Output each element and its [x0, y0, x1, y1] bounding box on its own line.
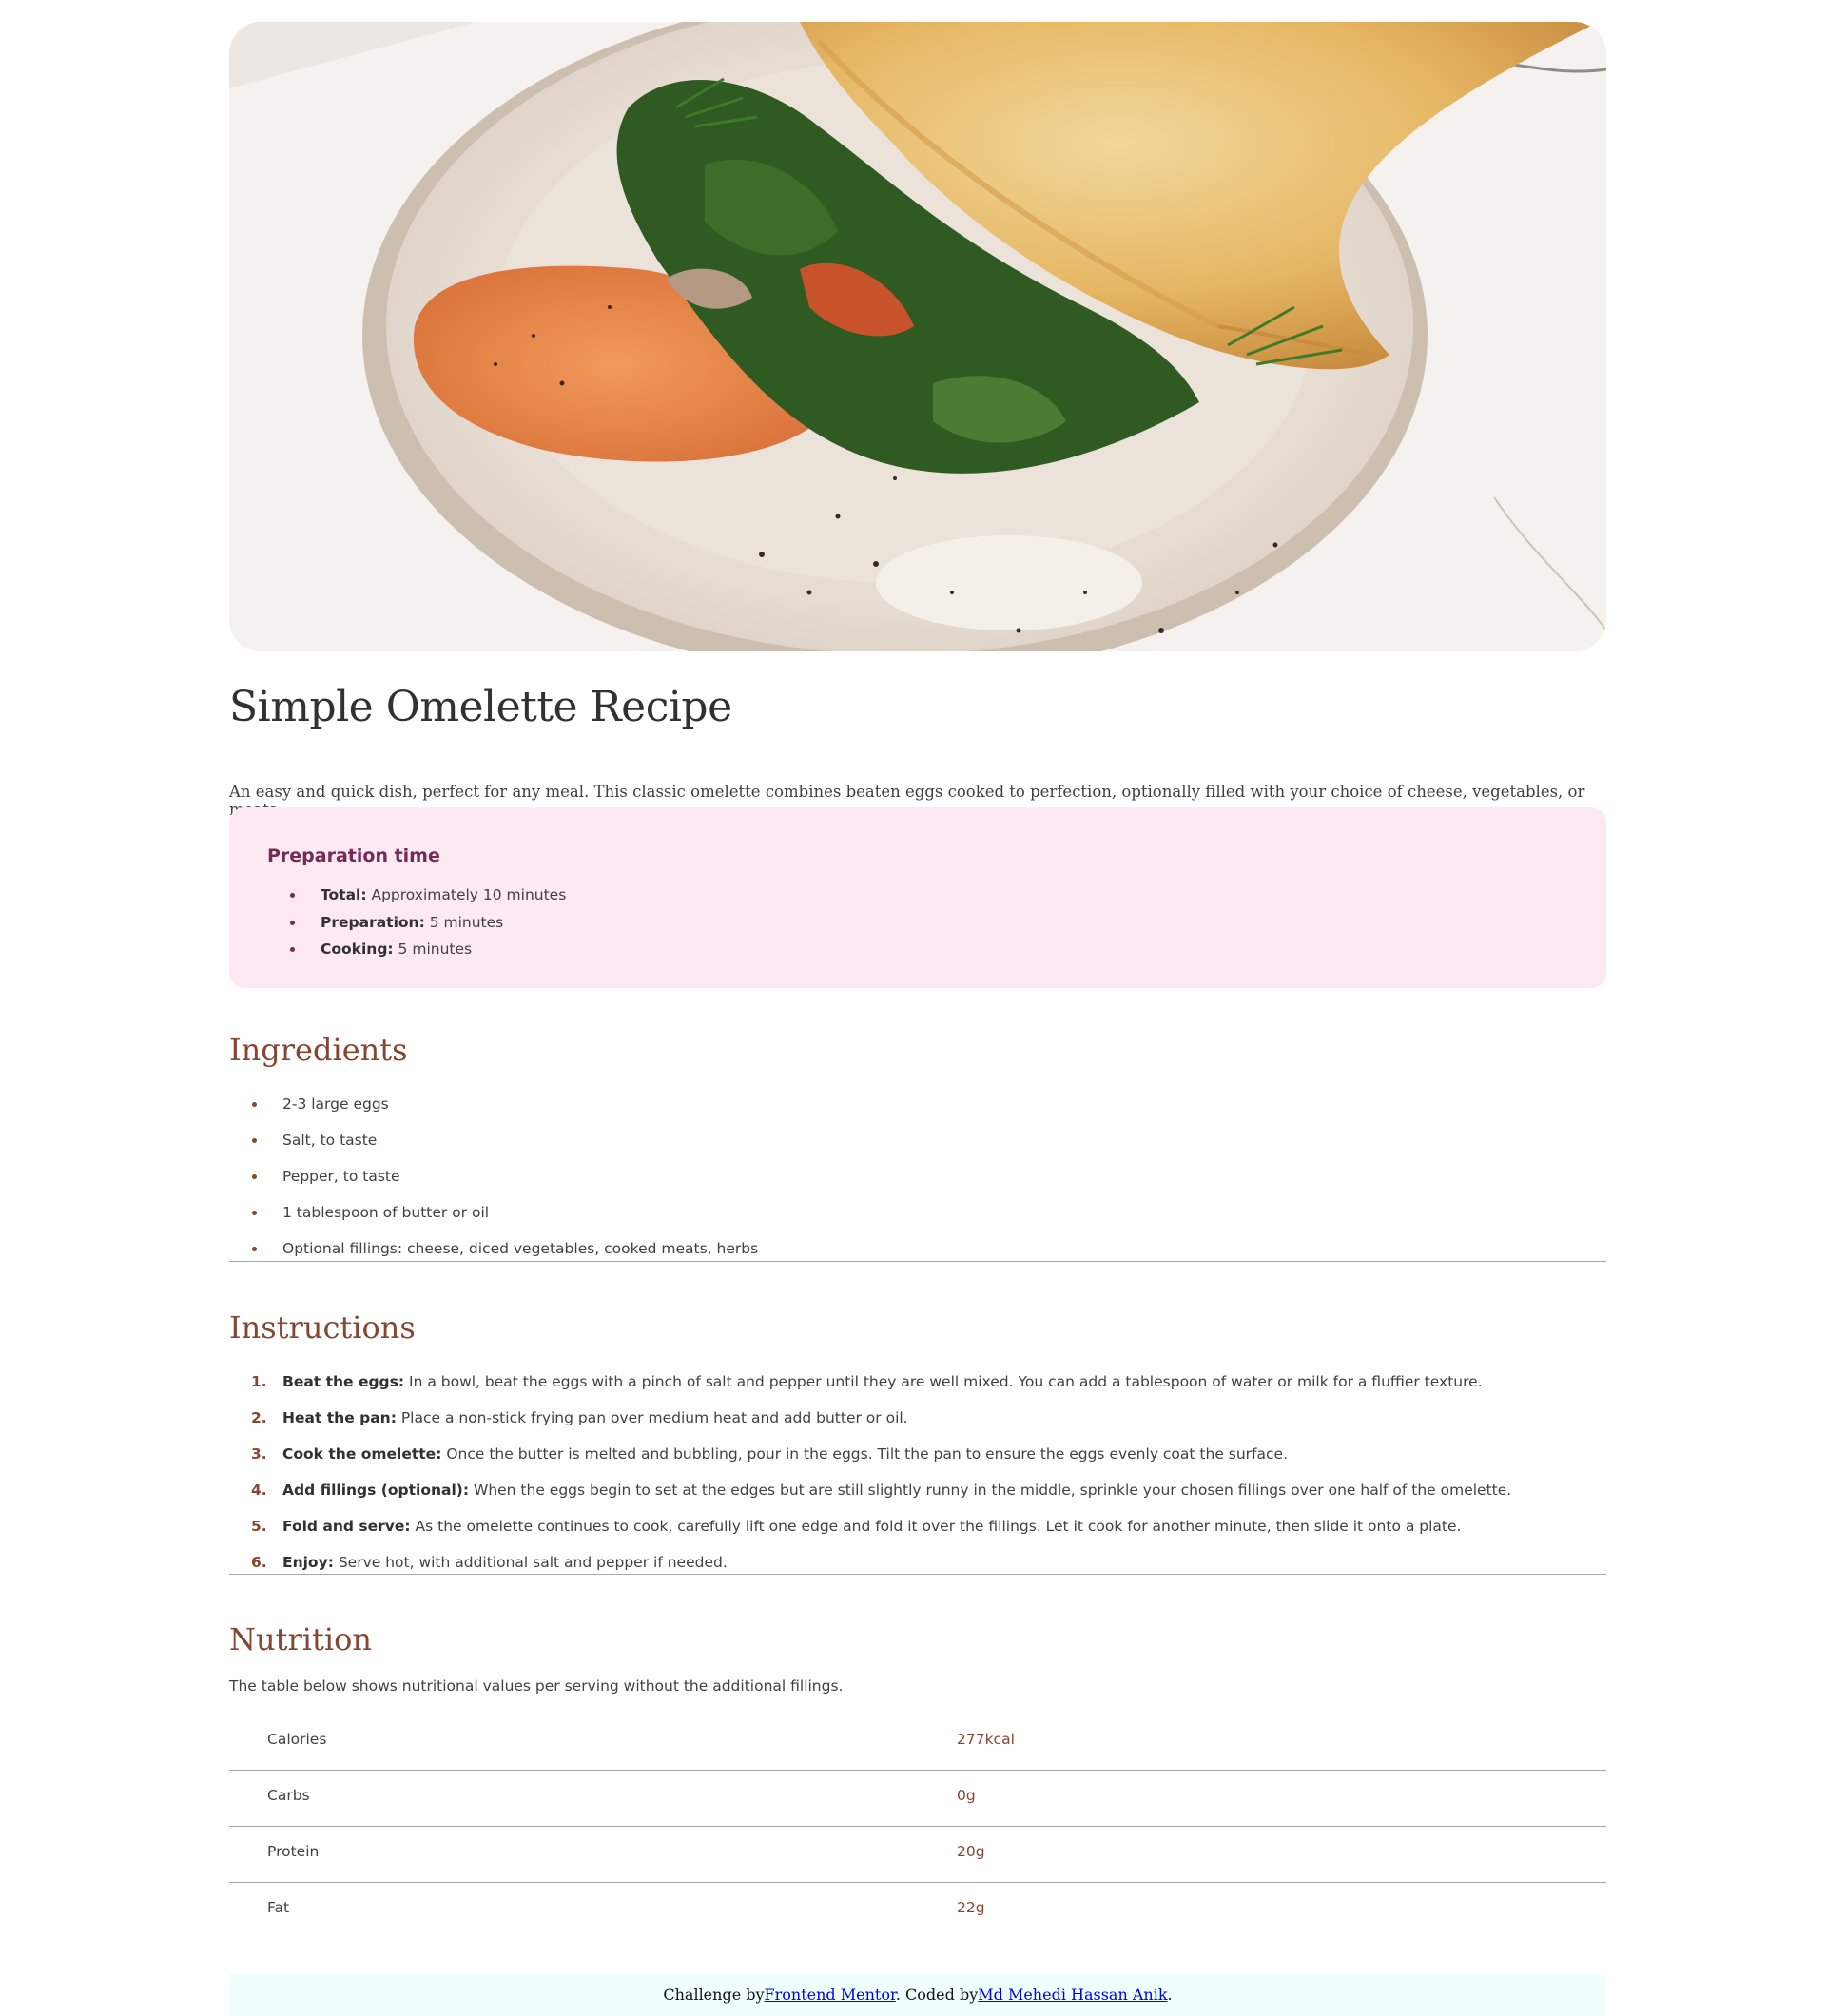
nutrition-value: 0g [957, 1787, 976, 1804]
nutrition-name: Fat [267, 1899, 290, 1916]
instruction-number: 1. [251, 1373, 267, 1390]
instruction-item: 6. Enjoy: Serve hot, with additional salt… [251, 1550, 1511, 1586]
instruction-item: 3. Cook the omelette: Once the butter is … [251, 1442, 1511, 1478]
footer-middle: . Coded by [895, 1986, 979, 2004]
prep-item-text: 5 minutes [424, 913, 504, 931]
nutrition-name: Protein [267, 1843, 320, 1860]
attribution-footer: Challenge byFrontend Mentor. Coded byMd … [229, 1974, 1606, 2016]
nutrition-intro: The table below shows nutritional values… [229, 1677, 844, 1695]
footer-prefix: Challenge by [663, 1986, 765, 2004]
prep-item-preparation: Preparation: 5 minutes [289, 909, 566, 937]
instruction-text: Place a non-stick frying pan over medium… [396, 1409, 908, 1426]
preparation-time-box: Preparation time Total: Approximately 10… [229, 807, 1606, 988]
instruction-label: Enjoy: [282, 1554, 334, 1571]
instruction-label: Fold and serve: [282, 1518, 411, 1535]
ingredient-item: 1 tablespoon of butter or oil [251, 1200, 758, 1236]
ingredients-list: 2-3 large eggs Salt, to taste Pepper, to… [229, 1092, 758, 1272]
ingredient-item: Salt, to taste [251, 1128, 758, 1164]
table-row: Fat 22g [229, 1883, 1606, 1938]
ingredient-item: Optional fillings: cheese, diced vegetab… [251, 1236, 758, 1272]
table-row: Carbs 0g [229, 1771, 1606, 1827]
nutrition-value: 20g [957, 1843, 985, 1860]
instruction-label: Add fillings (optional): [282, 1482, 470, 1499]
preparation-time-heading: Preparation time [267, 845, 440, 866]
frontend-mentor-link[interactable]: Frontend Mentor [765, 1986, 896, 2004]
instruction-text: Serve hot, with additional salt and pepp… [333, 1554, 728, 1571]
nutrition-name: Carbs [267, 1787, 310, 1804]
instruction-item: 2. Heat the pan: Place a non-stick frying… [251, 1405, 1511, 1442]
instruction-item: 1. Beat the eggs: In a bowl, beat the egg… [251, 1369, 1511, 1405]
ingredient-item: Pepper, to taste [251, 1164, 758, 1200]
instruction-number: 3. [251, 1445, 267, 1463]
instruction-number: 4. [251, 1482, 267, 1499]
prep-item-label: Cooking: [321, 940, 394, 958]
instruction-number: 2. [251, 1409, 267, 1426]
page-title: Simple Omelette Recipe [229, 683, 732, 731]
nutrition-table: Calories 277kcal Carbs 0g Protein 20g Fa… [229, 1715, 1606, 1938]
instruction-number: 6. [251, 1554, 267, 1571]
instruction-item: 4. Add fillings (optional): When the eggs… [251, 1478, 1512, 1514]
nutrition-name: Calories [267, 1731, 327, 1748]
nutrition-value: 277kcal [957, 1731, 1015, 1748]
instruction-label: Beat the eggs: [282, 1373, 405, 1390]
prep-item-cooking: Cooking: 5 minutes [289, 936, 566, 963]
prep-item-text: 5 minutes [393, 940, 473, 958]
ingredients-heading: Ingredients [229, 1032, 408, 1068]
prep-item-total: Total: Approximately 10 minutes [289, 882, 567, 909]
table-row: Calories 277kcal [229, 1715, 1606, 1771]
instruction-label: Heat the pan: [282, 1409, 397, 1426]
author-link[interactable]: Md Mehedi Hassan Anik [978, 1986, 1167, 2004]
instruction-text: As the omelette continues to cook, caref… [410, 1518, 1462, 1535]
instruction-text: Once the butter is melted and bubbling, … [441, 1445, 1288, 1463]
instruction-item: 5. Fold and serve: As the omelette contin… [251, 1514, 1511, 1550]
instructions-heading: Instructions [229, 1309, 416, 1346]
instruction-label: Cook the omelette: [282, 1445, 442, 1463]
recipe-card: Simple Omelette Recipe An easy and quick… [229, 22, 1606, 2016]
instructions-list: 1. Beat the eggs: In a bowl, beat the egg… [229, 1369, 1511, 1586]
preparation-time-list: Total: Approximately 10 minutes Preparat… [267, 882, 566, 963]
ingredient-item: 2-3 large eggs [251, 1092, 758, 1128]
section-divider [229, 1574, 1606, 1575]
instruction-number: 5. [251, 1518, 267, 1535]
table-row: Protein 20g [229, 1827, 1606, 1883]
section-divider [229, 1261, 1606, 1262]
nutrition-value: 22g [957, 1899, 985, 1916]
nutrition-heading: Nutrition [229, 1621, 372, 1657]
footer-suffix: . [1167, 1986, 1173, 2004]
omelette-photo [229, 22, 1606, 651]
prep-item-label: Total: [321, 886, 367, 903]
prep-item-text: Approximately 10 minutes [366, 886, 567, 903]
instruction-text: In a bowl, beat the eggs with a pinch of… [404, 1373, 1483, 1390]
prep-item-label: Preparation: [321, 913, 425, 931]
instruction-text: When the eggs begin to set at the edges … [469, 1482, 1512, 1499]
